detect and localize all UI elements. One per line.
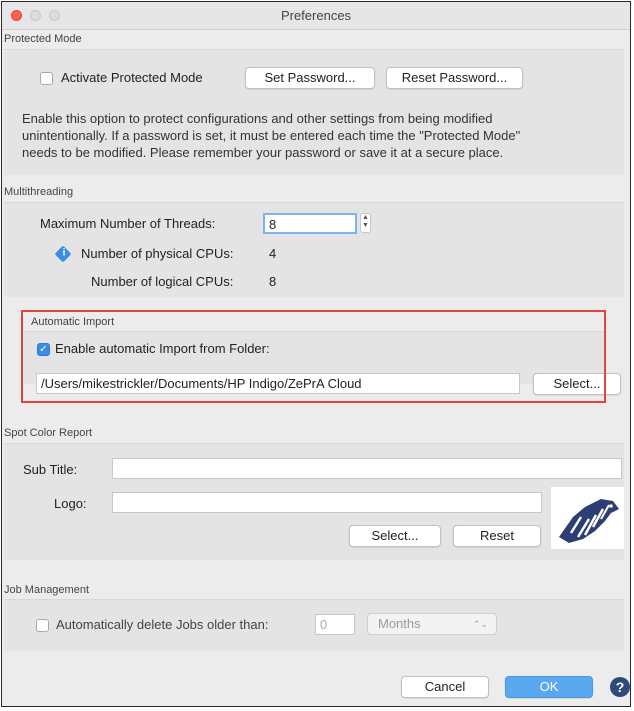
description-line: needs to be modified. Please remember yo… xyxy=(22,145,504,160)
cancel-button[interactable]: Cancel xyxy=(401,676,489,698)
auto-delete-jobs-label: Automatically delete Jobs older than: xyxy=(56,617,269,632)
job-age-input[interactable]: 0 xyxy=(315,614,355,635)
window-title: Preferences xyxy=(280,8,352,23)
logo-input[interactable] xyxy=(112,492,542,513)
multithreading-header: Multithreading xyxy=(4,186,74,198)
max-threads-label: Maximum Number of Threads: xyxy=(40,216,216,231)
physical-cpus-value: 4 xyxy=(269,246,277,261)
logical-cpus-label: Number of logical CPUs: xyxy=(91,274,234,289)
logical-cpus-value: 8 xyxy=(269,274,277,289)
logo-label: Logo: xyxy=(54,496,87,511)
highlight-box xyxy=(21,310,606,403)
chevron-updown-icon: ⌃⌄ xyxy=(472,619,488,629)
logo-select-button[interactable]: Select... xyxy=(349,525,441,547)
protected-mode-description: Enable this option to protect configurat… xyxy=(22,110,520,161)
job-age-unit-value: Months xyxy=(378,616,421,631)
title-bar: Preferences xyxy=(2,2,630,30)
logo-preview-image xyxy=(551,487,624,549)
subtitle-input[interactable] xyxy=(112,458,622,479)
max-threads-input[interactable]: 8 xyxy=(263,213,357,234)
activate-protected-mode-label: Activate Protected Mode xyxy=(61,70,203,85)
description-line: Enable this option to protect configurat… xyxy=(22,111,493,126)
max-threads-stepper[interactable]: ▲ ▼ xyxy=(360,213,371,233)
zebra-logo-icon xyxy=(559,499,619,543)
protected-mode-header: Protected Mode xyxy=(4,33,82,45)
auto-delete-jobs-checkbox[interactable] xyxy=(36,619,49,632)
job-age-unit-select[interactable]: Months ⌃⌄ xyxy=(367,613,497,635)
spot-color-report-header: Spot Color Report xyxy=(4,427,93,439)
activate-protected-mode-checkbox[interactable] xyxy=(40,72,53,85)
help-icon[interactable]: ? xyxy=(610,677,630,697)
ok-button[interactable]: OK xyxy=(505,676,593,698)
description-line: unintentionally. If a password is set, i… xyxy=(22,128,521,143)
reset-password-button[interactable]: Reset Password... xyxy=(386,67,523,89)
physical-cpus-label: Number of physical CPUs: xyxy=(81,246,234,261)
subtitle-label: Sub Title: xyxy=(23,462,78,477)
logo-reset-button[interactable]: Reset xyxy=(453,525,541,547)
job-management-header: Job Management xyxy=(4,584,89,596)
set-password-button[interactable]: Set Password... xyxy=(245,67,375,89)
